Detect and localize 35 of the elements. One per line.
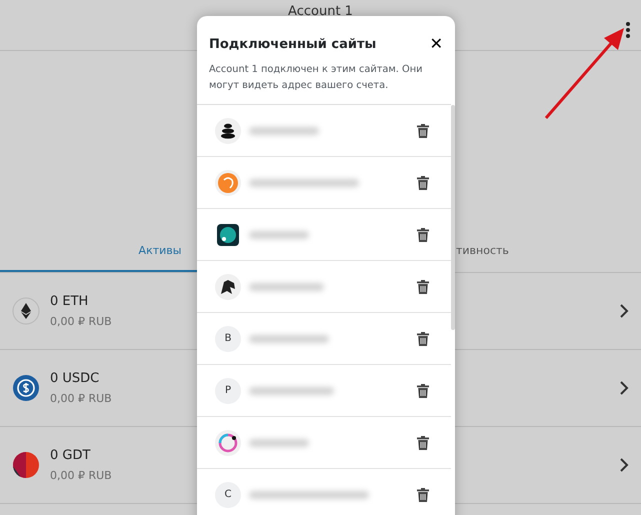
close-button[interactable]: ✕ bbox=[430, 36, 443, 52]
asset-value: 0,00 ₽ RUB bbox=[50, 469, 113, 482]
scrollbar[interactable] bbox=[451, 105, 455, 330]
blurred-site-name bbox=[249, 230, 309, 238]
dialog-description: Account 1 подключен к этим сайтам. Они могут видеть адрес вашего счета. bbox=[208, 63, 424, 93]
chevron-right-icon[interactable] bbox=[619, 458, 629, 472]
dialog-title: Подключенный сайты bbox=[209, 36, 376, 52]
site-initial: B bbox=[215, 326, 241, 352]
dollar-coin-icon bbox=[12, 374, 40, 402]
chevron-right-icon[interactable] bbox=[619, 381, 629, 395]
blurred-site-name bbox=[249, 126, 319, 134]
ring-logo-icon bbox=[215, 430, 241, 456]
trash-icon[interactable] bbox=[417, 488, 429, 502]
asset-amount: 0 ETH bbox=[50, 294, 90, 309]
tab[interactable]: тивность bbox=[320, 231, 641, 272]
asset-value: 0,00 ₽ RUB bbox=[50, 315, 113, 328]
chevron-right-icon[interactable] bbox=[619, 304, 629, 318]
asset-amount: 0 GDT bbox=[50, 448, 92, 463]
trash-icon[interactable] bbox=[417, 124, 429, 138]
site-initial: C bbox=[215, 482, 241, 508]
asset-amount: 0 USDC bbox=[50, 371, 100, 386]
coin-icon bbox=[12, 451, 40, 479]
blurred-site-name bbox=[249, 438, 309, 446]
asset-value: 0,00 ₽ RUB bbox=[50, 392, 113, 405]
trash-icon[interactable] bbox=[417, 280, 429, 294]
square-logo-icon bbox=[215, 222, 241, 248]
trash-icon[interactable] bbox=[417, 384, 429, 398]
swirl-logo-icon bbox=[215, 170, 241, 196]
trash-icon[interactable] bbox=[417, 228, 429, 242]
trash-icon[interactable] bbox=[417, 332, 429, 346]
trash-icon[interactable] bbox=[417, 176, 429, 190]
site-initial: P bbox=[215, 378, 241, 404]
stack-icon bbox=[215, 118, 241, 144]
trash-icon[interactable] bbox=[417, 436, 429, 450]
more-menu-icon[interactable] bbox=[625, 20, 631, 40]
